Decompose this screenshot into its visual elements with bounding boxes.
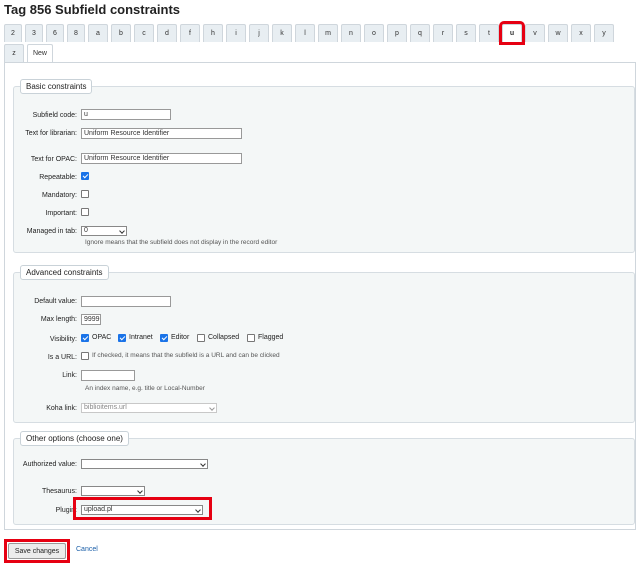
- visibility-editor-label: Editor: [171, 334, 190, 341]
- visibility-intranet-label: Intranet: [129, 334, 153, 341]
- chevron-down-icon: [119, 228, 125, 234]
- save-changes-button[interactable]: Save changes: [8, 543, 66, 559]
- tab-subfield-s[interactable]: s: [456, 24, 476, 42]
- plugin-label: Plugin:: [55, 507, 77, 514]
- important-label: Important:: [45, 210, 77, 217]
- cancel-link[interactable]: Cancel: [76, 546, 98, 553]
- tab-subfield-y[interactable]: y: [594, 24, 614, 42]
- page-title: Tag 856 Subfield constraints: [4, 2, 181, 17]
- basic-constraints-legend: Basic constraints: [20, 79, 93, 94]
- visibility-collapsed-label: Collapsed: [208, 334, 240, 341]
- mandatory-checkbox[interactable]: [81, 190, 89, 198]
- is-url-hint: If checked, it means that the subfield i…: [92, 352, 280, 359]
- text-librarian-label: Text for librarian:: [25, 130, 77, 137]
- managed-in-tab-hint: Ignore means that the subfield does not …: [85, 239, 278, 246]
- tab-subfield-l[interactable]: l: [295, 24, 315, 42]
- max-length-input[interactable]: 9999: [81, 314, 101, 325]
- visibility-label: Visibility:: [49, 336, 77, 343]
- link-label: Link:: [62, 372, 77, 379]
- is-url-checkbox[interactable]: [81, 352, 89, 360]
- tab-subfield-h[interactable]: h: [203, 24, 223, 42]
- important-checkbox[interactable]: [81, 208, 89, 216]
- text-opac-input[interactable]: Uniform Resource Identifier: [81, 153, 242, 164]
- tab-subfield-a[interactable]: a: [88, 24, 108, 42]
- default-value-label: Default value:: [34, 298, 77, 305]
- koha-link-select[interactable]: biblioitems.url: [81, 403, 217, 413]
- koha-link-label: Koha link:: [46, 405, 77, 412]
- managed-in-tab-label: Managed in tab:: [26, 228, 77, 235]
- tab-subfield-p[interactable]: p: [387, 24, 407, 42]
- advanced-constraints-fieldset: Advanced constraints: [13, 265, 635, 423]
- tab-subfield-m[interactable]: m: [318, 24, 338, 42]
- managed-in-tab-value: 0: [84, 227, 88, 234]
- plugin-highlight-box: [73, 497, 212, 520]
- text-opac-label: Text for OPAC:: [30, 156, 77, 163]
- subfield-code-input[interactable]: u: [81, 109, 171, 120]
- authorized-value-label: Authorized value:: [22, 461, 77, 468]
- tab-subfield-f[interactable]: f: [180, 24, 200, 42]
- tab-subfield-n[interactable]: n: [341, 24, 361, 42]
- managed-in-tab-select[interactable]: 0: [81, 226, 127, 236]
- tab-subfield-b[interactable]: b: [111, 24, 131, 42]
- max-length-label: Max length:: [40, 316, 77, 323]
- thesaurus-select[interactable]: [81, 486, 145, 496]
- tab-subfield-u[interactable]: u: [499, 21, 525, 45]
- tab-subfield-j[interactable]: j: [249, 24, 269, 42]
- tab-subfield-w[interactable]: w: [548, 24, 568, 42]
- visibility-opac-checkbox[interactable]: [81, 334, 89, 342]
- visibility-editor-checkbox[interactable]: [160, 334, 168, 342]
- advanced-constraints-legend: Advanced constraints: [20, 265, 109, 280]
- tab-subfield-o[interactable]: o: [364, 24, 384, 42]
- tab-subfield-d[interactable]: d: [157, 24, 177, 42]
- visibility-opac-label: OPAC: [92, 334, 112, 341]
- visibility-flagged-checkbox[interactable]: [247, 334, 255, 342]
- link-input[interactable]: [81, 370, 135, 381]
- tab-subfield-r[interactable]: r: [433, 24, 453, 42]
- authorized-value-select[interactable]: [81, 459, 208, 469]
- is-url-label: Is a URL:: [47, 354, 77, 361]
- mandatory-label: Mandatory:: [41, 192, 77, 199]
- tab-new[interactable]: New: [27, 44, 53, 62]
- chevron-down-icon: [209, 405, 215, 411]
- repeatable-checkbox[interactable]: [81, 172, 89, 180]
- other-options-legend: Other options (choose one): [20, 431, 129, 446]
- visibility-flagged-label: Flagged: [258, 334, 284, 341]
- text-librarian-input[interactable]: Uniform Resource Identifier: [81, 128, 242, 139]
- tab-subfield-i[interactable]: i: [226, 24, 246, 42]
- visibility-intranet-checkbox[interactable]: [118, 334, 126, 342]
- tab-subfield-t[interactable]: t: [479, 24, 499, 42]
- tab-subfield-c[interactable]: c: [134, 24, 154, 42]
- koha-link-value: biblioitems.url: [84, 404, 127, 411]
- tab-subfield-z[interactable]: z: [4, 44, 24, 62]
- tab-subfield-3[interactable]: 3: [25, 24, 43, 42]
- subfield-panel: Basic constraints Subfield code: u Text …: [4, 62, 636, 530]
- tab-subfield-2[interactable]: 2: [4, 24, 22, 42]
- tab-subfield-v[interactable]: v: [525, 24, 545, 42]
- chevron-down-icon: [200, 461, 206, 467]
- tab-subfield-q[interactable]: q: [410, 24, 430, 42]
- tab-subfield-8[interactable]: 8: [67, 24, 85, 42]
- subfield-code-label: Subfield code:: [32, 112, 77, 119]
- subfield-tab-bar: 2 3 6 8 a b c d f h i j k l m n o p q r s t u v w x y z New: [4, 21, 636, 62]
- visibility-collapsed-checkbox[interactable]: [197, 334, 205, 342]
- default-value-input[interactable]: [81, 296, 171, 307]
- tab-subfield-6[interactable]: 6: [46, 24, 64, 42]
- thesaurus-label: Thesaurus:: [41, 488, 77, 495]
- repeatable-label: Repeatable:: [39, 174, 77, 181]
- link-hint: An index name, e.g. title or Local-Numbe…: [85, 385, 205, 392]
- tab-subfield-x[interactable]: x: [571, 24, 591, 42]
- tab-subfield-k[interactable]: k: [272, 24, 292, 42]
- chevron-down-icon: [137, 488, 143, 494]
